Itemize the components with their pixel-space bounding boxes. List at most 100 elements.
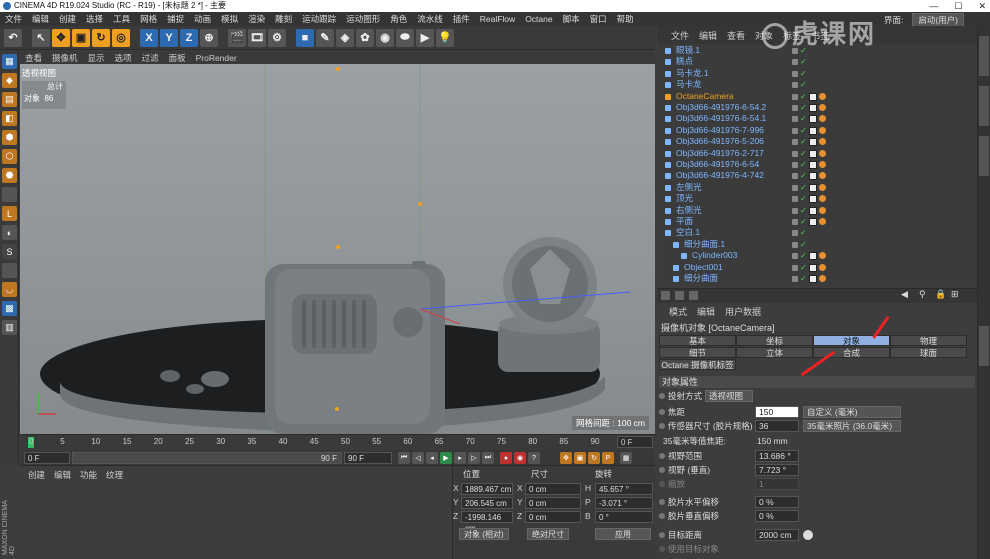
material-tag-icon[interactable] (809, 161, 817, 169)
visibility-dot-icon[interactable] (792, 59, 798, 66)
object-tree-row[interactable]: Cylinder003 ✓ (657, 250, 977, 261)
menu-sculpt[interactable]: 雕刻 (270, 13, 297, 25)
focal-preset-dropdown[interactable]: 自定义 (毫米) (803, 406, 901, 418)
object-tree-row[interactable]: 细分曲面.1 ✓ (657, 239, 977, 250)
viewport-menu-display[interactable]: 显示 (83, 52, 110, 64)
position-x-field[interactable]: 1889.467 cm (461, 483, 513, 495)
key-scale-icon[interactable]: ▣ (574, 452, 586, 464)
close-button[interactable]: ✕ (978, 0, 986, 12)
object-tree-row[interactable]: Obj3d66-491976-6-54.1 ✓ (657, 113, 977, 124)
keyframe-selection-icon[interactable]: ? (528, 452, 540, 464)
material-tag-icon[interactable] (809, 104, 817, 112)
grid-icon[interactable] (661, 291, 670, 300)
axis-mode-icon[interactable]: L (2, 206, 17, 221)
record-icon[interactable]: ● (500, 452, 512, 464)
object-tree-row[interactable]: 细分曲面 ✓ (657, 273, 977, 284)
menu-motion-tracking[interactable]: 运动跟踪 (297, 13, 341, 25)
menu-plugins[interactable]: 插件 (448, 13, 475, 25)
object-tree-row[interactable]: 空白.1 ✓ (657, 227, 977, 238)
menu-edit[interactable]: 编辑 (27, 13, 54, 25)
anim-dot-icon[interactable] (659, 467, 665, 473)
new-manager-icon[interactable]: ⊞ (951, 289, 959, 300)
side-tab-content[interactable] (979, 86, 989, 126)
octane-tag-icon[interactable] (819, 263, 826, 271)
anim-dot-icon[interactable] (659, 423, 665, 429)
menu-simulate[interactable]: 模拟 (216, 13, 243, 25)
octane-tag-icon[interactable] (819, 115, 826, 123)
side-tab-objects[interactable] (979, 36, 989, 76)
visibility-dot-icon[interactable] (792, 207, 798, 214)
cube-icon[interactable]: ■ (296, 28, 314, 47)
anim-dot-icon[interactable] (659, 513, 665, 519)
object-tree-row[interactable]: Obj3d66-491976-7-996 ✓ (657, 125, 977, 136)
object-tree-row[interactable]: Obj3d66-491976-5-206 ✓ (657, 136, 977, 147)
lock-icon[interactable]: 🔒 (935, 289, 946, 300)
visibility-dot-icon[interactable] (792, 162, 798, 168)
coord-mode-dropdown[interactable]: 对象 (相对) (459, 528, 509, 540)
enabled-check-icon[interactable]: ✓ (800, 182, 807, 193)
material-tag-icon[interactable] (809, 115, 817, 124)
goto-start-icon[interactable]: ⏮ (398, 452, 410, 464)
octane-tag-icon[interactable] (819, 172, 826, 180)
obj-menu-file[interactable]: 文件 (671, 29, 689, 42)
brush-icon[interactable] (675, 291, 684, 300)
tab-stereo[interactable]: 立体 (736, 347, 813, 358)
object-tree-row[interactable]: Obj3d66-491976-6-54 ✓ (657, 159, 977, 170)
menu-snap[interactable]: 捕捉 (162, 13, 189, 25)
menu-realflow[interactable]: RealFlow (475, 14, 520, 24)
rotation-b-field[interactable]: 0 ° (595, 511, 653, 523)
prev-frame-icon[interactable]: ◂ (426, 452, 438, 464)
enabled-check-icon[interactable]: ✓ (800, 159, 807, 170)
key-rotation-icon[interactable]: ↻ (588, 452, 600, 464)
move-tool-icon[interactable]: ✥ (52, 28, 70, 47)
play-icon[interactable]: ▶ (440, 452, 452, 464)
deformer-icon[interactable]: ◉ (376, 28, 394, 47)
attr-menu-userdata[interactable]: 用户数据 (725, 305, 761, 318)
material-tag-icon[interactable] (809, 92, 817, 101)
enabled-check-icon[interactable]: ✓ (800, 262, 807, 273)
visibility-dot-icon[interactable] (792, 70, 798, 77)
enabled-check-icon[interactable]: ✓ (800, 148, 807, 159)
minimize-button[interactable]: — (929, 0, 938, 12)
menu-tools[interactable]: 工具 (108, 13, 135, 25)
visibility-dot-icon[interactable] (792, 116, 798, 123)
viewport-menu-camera[interactable]: 摄像机 (47, 52, 83, 64)
render-picture-viewer-icon[interactable]: 🎞 (248, 28, 266, 47)
menu-select[interactable]: 选择 (81, 13, 108, 25)
sensor-preset-dropdown[interactable]: 35毫米照片 (36.0毫米) (803, 420, 901, 432)
enabled-check-icon[interactable]: ✓ (800, 136, 807, 147)
material-menu-create[interactable]: 创建 (28, 469, 45, 481)
apply-button[interactable]: 应用 (595, 528, 651, 540)
tab-octane-camera[interactable]: Octane 摄像机标签 (659, 359, 736, 370)
material-tag-icon[interactable] (809, 183, 817, 192)
axis-z-button[interactable]: Z (180, 28, 198, 47)
render-view-icon[interactable]: 🎬 (228, 28, 246, 47)
octane-tag-icon[interactable] (819, 275, 826, 282)
object-tree-row[interactable]: 左侧光 ✓ (657, 182, 977, 193)
anim-dot-icon[interactable] (659, 499, 665, 505)
object-tree-row[interactable]: 糕点 ✓ (657, 56, 977, 67)
focal-length-field[interactable]: 150 (755, 406, 799, 418)
enabled-check-icon[interactable]: ✓ (800, 125, 807, 136)
tab-basic[interactable]: 基本 (659, 335, 736, 346)
position-y-field[interactable]: 206.545 cm (461, 497, 513, 509)
material-tag-icon[interactable] (809, 275, 817, 283)
enabled-check-icon[interactable]: ✓ (800, 273, 807, 284)
scale-tool-icon[interactable]: ▣ (72, 28, 90, 47)
object-tree-row[interactable]: Obj3d66-491976-4-742 ✓ (657, 170, 977, 181)
material-tag-icon[interactable] (809, 195, 817, 204)
menu-render[interactable]: 渲染 (243, 13, 270, 25)
menu-window[interactable]: 窗口 (585, 13, 612, 25)
size-z-field[interactable]: 0 cm (525, 511, 581, 523)
autokey-icon[interactable]: ◉ (514, 452, 526, 464)
enabled-check-icon[interactable]: ✓ (800, 68, 807, 79)
material-menu-texture[interactable]: 纹理 (106, 469, 123, 481)
visibility-dot-icon[interactable] (792, 253, 798, 260)
viewport-menu-panel[interactable]: 面板 (164, 52, 191, 64)
material-menu-edit[interactable]: 编辑 (54, 469, 71, 481)
maximize-button[interactable]: ☐ (954, 0, 962, 12)
locked-workplane-icon[interactable]: ▥ (2, 320, 17, 335)
axis-y-button[interactable]: Y (160, 28, 178, 47)
visibility-dot-icon[interactable] (792, 127, 798, 134)
rotation-p-field[interactable]: -3.071 ° (595, 497, 653, 509)
